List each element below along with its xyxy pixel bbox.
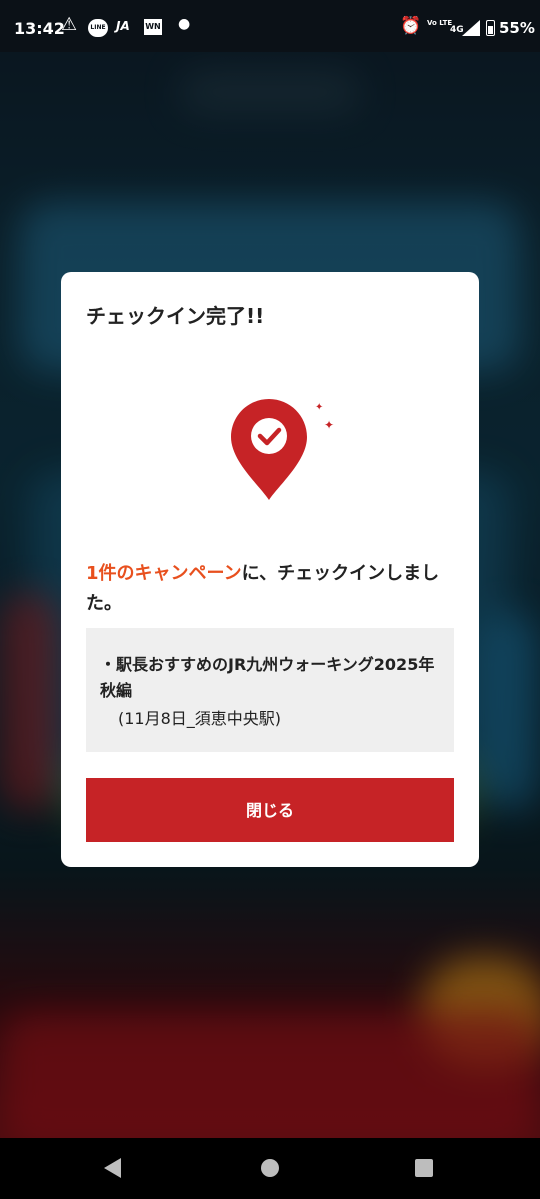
recents-square-icon[interactable] <box>415 1159 433 1177</box>
wn-app-icon: WN <box>144 19 162 35</box>
campaign-info-box: ・駅長おすすめのJR九州ウォーキング2025年秋編 (11月8日_須恵中央駅) <box>86 628 454 752</box>
navigation-bar <box>0 1138 540 1199</box>
alarm-icon: ⏰ <box>400 16 422 36</box>
back-triangle-icon[interactable] <box>104 1158 121 1178</box>
volte-icon: Vo LTE <box>427 19 453 27</box>
notification-dot-icon: ● <box>178 16 191 32</box>
ja-bank-icon: JA <box>116 19 130 33</box>
campaign-detail: (11月8日_須恵中央駅) <box>118 709 282 728</box>
sparkle-icon: ✦ <box>324 418 335 432</box>
close-button[interactable]: 閉じる <box>86 778 454 842</box>
battery-percent: 55% <box>499 19 535 37</box>
sparkle-icon: ✦ <box>315 402 324 413</box>
battery-icon <box>486 20 495 36</box>
dialog-title: チェックイン完了!! <box>86 304 265 328</box>
checkin-complete-dialog: チェックイン完了!! ✦ ✦ 1件のキャンペーンに、チェックインしました。 ・駅… <box>61 272 479 867</box>
checkin-message: 1件のキャンペーンに、チェックインしました。 <box>86 559 456 619</box>
line-app-icon: LINE <box>88 19 108 37</box>
campaign-name: ・駅長おすすめのJR九州ウォーキング2025年秋編 <box>100 655 435 700</box>
status-time: 13:42 <box>14 19 65 38</box>
location-pin-check-icon <box>231 399 307 500</box>
home-circle-icon[interactable] <box>261 1159 279 1177</box>
status-bar: 13:42 ⚠ LINE JA WN ● ⏰ Vo LTE 4G 55% <box>0 0 540 52</box>
signal-icon <box>462 20 480 36</box>
campaign-count-highlight: 1件のキャンペーン <box>86 563 242 584</box>
warning-icon: ⚠ <box>61 14 78 35</box>
